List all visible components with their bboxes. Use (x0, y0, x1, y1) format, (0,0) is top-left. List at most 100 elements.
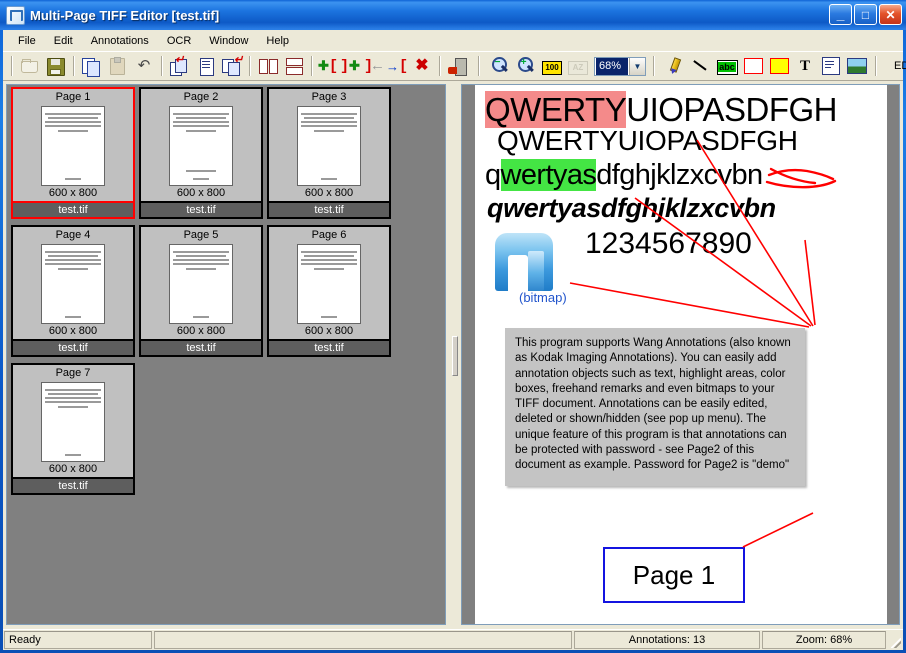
menu-edit[interactable]: Edit (45, 32, 82, 50)
ruler-az-icon: AZ (568, 61, 588, 75)
page-canvas[interactable]: QWERTYUIOPASDFGH QWERTYUIOPASDFGH qwerty… (475, 85, 887, 625)
toolbar-separator (439, 56, 441, 76)
move-left-button[interactable]: ]← (361, 54, 385, 78)
client-area: File Edit Annotations OCR Window Help ↶ … (3, 30, 903, 650)
thumbnail-card: Page 2 600 x 800 (139, 87, 263, 203)
document-line-4: qwertyasdfghjklzxcvbn (487, 193, 776, 224)
copy-button[interactable] (79, 54, 105, 78)
text-tool[interactable]: T (792, 54, 818, 78)
thumbnail-pane[interactable]: Page 1 600 x 800 test.tif (6, 84, 446, 625)
single-page-button[interactable] (193, 54, 219, 78)
thumbnail-page-1[interactable]: Page 1 600 x 800 test.tif (11, 87, 135, 219)
window-controls: _ □ ✕ (829, 4, 902, 25)
exit-button[interactable] (445, 54, 471, 78)
toolbar-separator (161, 56, 163, 76)
red-x-icon: ✖ (415, 58, 428, 74)
menu-annotations[interactable]: Annotations (82, 32, 158, 50)
thumbnail-grid: Page 1 600 x 800 test.tif (7, 85, 445, 501)
thumbnail-page-label: Page 1 (56, 91, 91, 104)
thumbnail-page-4[interactable]: Page 4 600 x 800 test.tif (11, 225, 135, 357)
thumbnail-page-5[interactable]: Page 5 600 x 800 test.tif (139, 225, 263, 357)
select-last-button[interactable]: ]✚ (339, 54, 361, 78)
undo-arrow-icon: ↶ (138, 58, 151, 74)
hollow-rect-tool[interactable] (740, 54, 766, 78)
select-first-button[interactable]: ✚[ (317, 54, 339, 78)
toolbar-separator (311, 56, 313, 76)
image-icon (847, 58, 867, 74)
insert-pages-button[interactable]: ↵ (167, 54, 193, 78)
plus-glyph: + (521, 58, 527, 68)
menu-ocr[interactable]: OCR (158, 32, 200, 50)
attach-note-tool[interactable] (818, 54, 844, 78)
thumbnail-preview (169, 244, 233, 324)
highlight-tool[interactable]: abc (714, 54, 740, 78)
bracket-right-plus-icon: ✚ (349, 58, 360, 74)
work-area: Page 1 600 x 800 test.tif (3, 82, 903, 628)
thumbnail-filename: test.tif (139, 341, 263, 357)
toolbar-separator (73, 56, 75, 76)
edit-page-button[interactable]: EDIT PAGE (888, 57, 906, 75)
abc-highlight-icon: abc (717, 60, 738, 75)
freehand-pen-tool[interactable] (662, 54, 688, 78)
page-label-annotation-box[interactable]: Page 1 (603, 547, 745, 603)
open-button[interactable] (17, 54, 43, 78)
toolbar-separator (653, 56, 655, 76)
thumbnail-page-6[interactable]: Page 6 600 x 800 test.tif (267, 225, 391, 357)
filled-rectangle-icon (770, 58, 789, 74)
bracket-left-glyph: [ (399, 58, 408, 75)
status-zoom-level: Zoom: 68% (762, 631, 886, 649)
folder-open-icon (20, 57, 40, 75)
minimize-icon: _ (830, 5, 851, 24)
filled-rect-tool[interactable] (766, 54, 792, 78)
split-vertical-button[interactable] (255, 54, 281, 78)
split-vertical-icon (258, 57, 278, 75)
ruler-100-icon: 100 (542, 61, 562, 75)
maximize-button[interactable]: □ (854, 4, 877, 25)
resize-grip[interactable] (887, 630, 903, 650)
arrow-bracket-right-icon: → (386, 59, 399, 74)
exit-door-icon (448, 57, 468, 75)
zoom-fit-button[interactable]: AZ (565, 54, 591, 78)
zoom-100-button[interactable]: 100 (539, 54, 565, 78)
thumbnail-page-3[interactable]: Page 3 600 x 800 test.tif (267, 87, 391, 219)
menu-help[interactable]: Help (257, 32, 298, 50)
red-line-4 (805, 240, 815, 325)
paste-button[interactable] (105, 54, 131, 78)
pen-icon (666, 57, 684, 75)
document-line-5: 1234567890 (585, 227, 752, 261)
append-pages-button[interactable]: ↵ (219, 54, 245, 78)
thumbnail-filename: test.tif (267, 341, 391, 357)
page-label-annotation-text: Page 1 (633, 560, 715, 591)
document-line-2: QWERTYUIOPASDFGH (497, 125, 798, 157)
zoom-in-button[interactable]: + (513, 54, 539, 78)
split-horizontal-icon (284, 57, 304, 75)
menu-file[interactable]: File (9, 32, 45, 50)
hollow-rectangle-icon (744, 58, 763, 74)
close-button[interactable]: ✕ (879, 4, 902, 25)
thumbnail-dimensions: 600 x 800 (177, 187, 225, 201)
split-horizontal-button[interactable] (281, 54, 307, 78)
pane-splitter[interactable] (448, 84, 460, 625)
minimize-button[interactable]: _ (829, 4, 852, 25)
zoom-out-button[interactable]: − (487, 54, 513, 78)
zoom-combo[interactable]: 68% ▼ (594, 57, 646, 76)
thumbnail-page-2[interactable]: Page 2 600 x 800 test.tif (139, 87, 263, 219)
save-button[interactable] (43, 54, 69, 78)
undo-button[interactable]: ↶ (131, 54, 157, 78)
close-icon: ✕ (880, 5, 901, 24)
line-tool[interactable] (688, 54, 714, 78)
thumbnail-page-7[interactable]: Page 7 600 x 800 test.tif (11, 363, 135, 495)
chevron-down-icon[interactable]: ▼ (629, 58, 645, 75)
note-annotation-box[interactable]: This program supports Wang Annotations (… (505, 328, 805, 486)
document-pane[interactable]: QWERTYUIOPASDFGH QWERTYUIOPASDFGH qwerty… (461, 84, 900, 625)
menu-window[interactable]: Window (200, 32, 257, 50)
splitter-grip[interactable] (452, 336, 458, 376)
delete-page-button[interactable]: ✖ (409, 54, 435, 78)
thumbnail-dimensions: 600 x 800 (49, 325, 97, 339)
move-right-button[interactable]: →[ (385, 54, 409, 78)
bracket-right-glyph: ] (340, 58, 349, 75)
page-icon (196, 57, 216, 75)
thumbnail-dimensions: 600 x 800 (305, 325, 353, 339)
insert-image-tool[interactable] (844, 54, 870, 78)
line-icon (692, 57, 710, 75)
